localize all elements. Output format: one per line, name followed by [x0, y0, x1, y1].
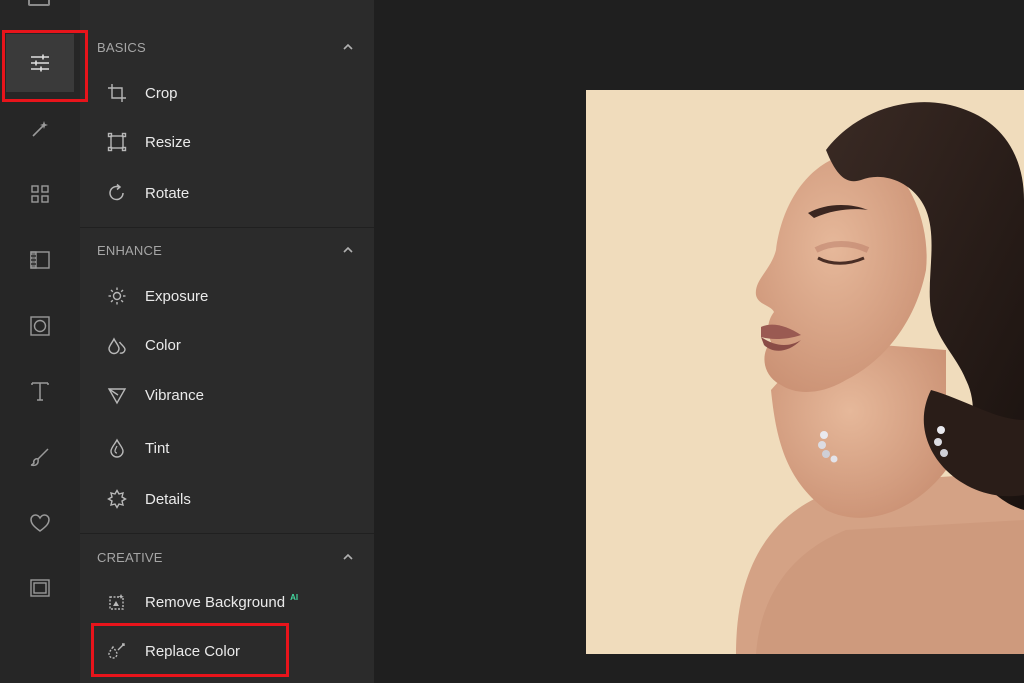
- tool-exposure[interactable]: Exposure: [80, 276, 374, 316]
- partial-rail-icon[interactable]: [28, 0, 50, 6]
- section-header-basics[interactable]: BASICS: [80, 32, 374, 62]
- chevron-up-icon[interactable]: [342, 551, 354, 563]
- vignette-icon[interactable]: [6, 297, 74, 355]
- section-header-creative[interactable]: CREATIVE: [80, 542, 374, 572]
- grid-icon[interactable]: [6, 165, 74, 223]
- section-title: ENHANCE: [97, 242, 162, 258]
- tool-label: Details: [145, 490, 191, 508]
- tool-crop[interactable]: Crop: [80, 73, 374, 113]
- color-drop-icon: [108, 337, 126, 355]
- ai-badge: AI: [290, 592, 299, 602]
- tool-resize[interactable]: Resize: [80, 122, 374, 162]
- tool-color[interactable]: Color: [80, 325, 374, 365]
- vibrance-icon: [107, 388, 127, 405]
- tool-label: Color: [145, 336, 181, 354]
- tool-label: Remove Background: [145, 593, 286, 611]
- tool-label: Rotate: [145, 184, 190, 202]
- details-icon: [107, 489, 127, 509]
- tool-rotate[interactable]: Rotate: [80, 173, 374, 213]
- tint-drop-icon: [110, 438, 124, 458]
- chevron-up-icon[interactable]: [342, 244, 354, 256]
- exposure-icon: [108, 287, 126, 305]
- section-title: BASICS: [97, 39, 146, 55]
- tool-label: Resize: [145, 133, 191, 151]
- tool-details[interactable]: Details: [80, 479, 374, 519]
- film-frame-icon[interactable]: [6, 231, 74, 289]
- frame-icon[interactable]: [6, 559, 74, 617]
- section-header-enhance[interactable]: ENHANCE: [80, 235, 374, 265]
- portrait-illustration: [736, 102, 1024, 654]
- tools-panel: BASICS Crop Resize Rotate ENHANCE Exposu…: [80, 0, 374, 683]
- tool-label: Replace Color: [145, 642, 241, 660]
- rotate-icon: [109, 183, 124, 201]
- section-title: CREATIVE: [97, 549, 163, 565]
- adjustments-sliders-icon[interactable]: [6, 34, 74, 92]
- tool-label: Vibrance: [145, 386, 204, 404]
- tool-tint[interactable]: Tint: [80, 428, 374, 468]
- tool-label: Crop: [145, 84, 178, 102]
- text-icon[interactable]: [6, 362, 74, 420]
- portrait-photo[interactable]: [586, 90, 1024, 654]
- brush-icon[interactable]: [6, 428, 74, 486]
- replace-color-icon: [108, 643, 125, 659]
- resize-icon: [107, 132, 127, 152]
- tool-vibrance[interactable]: Vibrance: [80, 375, 374, 415]
- magic-wand-icon[interactable]: [6, 100, 74, 158]
- tool-label: Tint: [145, 439, 170, 457]
- remove-background-icon: [109, 594, 124, 610]
- tool-replace-color[interactable]: Replace Color: [80, 631, 374, 671]
- tool-category-rail: [0, 0, 81, 683]
- heart-icon[interactable]: [6, 494, 74, 552]
- crop-icon: [108, 84, 126, 102]
- section-divider: [80, 533, 374, 534]
- section-divider: [80, 227, 374, 228]
- tool-remove-background[interactable]: Remove Background AI: [80, 582, 374, 622]
- editor-canvas[interactable]: [374, 0, 1024, 683]
- chevron-up-icon[interactable]: [342, 41, 354, 53]
- tool-label: Exposure: [145, 287, 209, 305]
